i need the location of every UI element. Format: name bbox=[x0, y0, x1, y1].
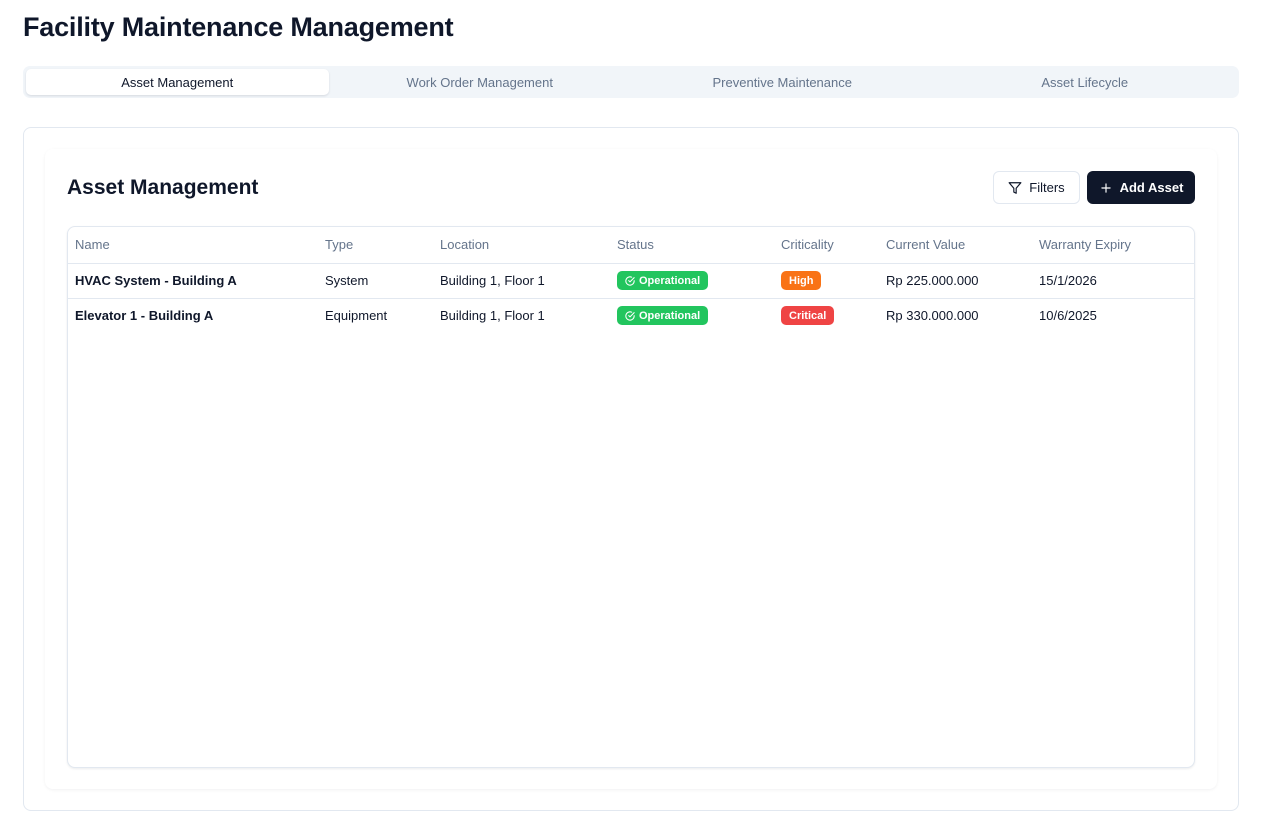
status-badge: Operational bbox=[617, 271, 709, 290]
table-header-row: Name Type Location Status Criticality Cu… bbox=[68, 227, 1194, 264]
filters-button[interactable]: Filters bbox=[993, 171, 1080, 204]
tab-asset-management[interactable]: Asset Management bbox=[26, 69, 329, 95]
add-asset-button[interactable]: Add Asset bbox=[1087, 171, 1195, 204]
asset-status-cell: Operational bbox=[610, 298, 774, 333]
check-circle-icon bbox=[625, 311, 635, 321]
asset-table: Name Type Location Status Criticality Cu… bbox=[68, 227, 1194, 333]
column-header-type[interactable]: Type bbox=[318, 227, 433, 264]
column-header-name[interactable]: Name bbox=[68, 227, 318, 264]
add-asset-label: Add Asset bbox=[1119, 180, 1184, 195]
column-header-warranty-expiry[interactable]: Warranty Expiry bbox=[1032, 227, 1194, 264]
criticality-badge: High bbox=[781, 271, 822, 290]
tab-asset-lifecycle[interactable]: Asset Lifecycle bbox=[934, 69, 1237, 95]
asset-name: HVAC System - Building A bbox=[68, 263, 318, 299]
criticality-badge: Critical bbox=[781, 306, 835, 326]
asset-type: Equipment bbox=[325, 308, 388, 324]
asset-criticality-cell: Critical bbox=[774, 298, 879, 333]
table-row[interactable]: Elevator 1 - Building A Equipment Buildi… bbox=[68, 298, 1194, 333]
filters-label: Filters bbox=[1029, 180, 1065, 195]
check-circle-icon bbox=[625, 275, 635, 286]
asset-location: Building 1, Floor 1 bbox=[440, 308, 545, 324]
page-title: Facility Maintenance Management bbox=[23, 12, 454, 42]
asset-current-value: Rp 330.000.000 bbox=[886, 308, 979, 324]
status-badge: Operational bbox=[617, 306, 709, 326]
asset-current-value: Rp 225.000.000 bbox=[879, 263, 1032, 299]
column-header-location[interactable]: Location bbox=[433, 227, 610, 264]
asset-type: System bbox=[318, 263, 433, 299]
asset-management-card: Asset Management Filters Add Asset Name … bbox=[45, 149, 1217, 789]
tab-list: Asset Management Work Order Management P… bbox=[23, 66, 1239, 98]
plus-icon bbox=[1100, 182, 1111, 193]
column-header-criticality[interactable]: Criticality bbox=[774, 227, 879, 264]
tab-preventive-maintenance[interactable]: Preventive Maintenance bbox=[631, 69, 934, 95]
status-label: Operational bbox=[639, 274, 701, 287]
table-row[interactable]: HVAC System - Building A System Building… bbox=[68, 263, 1194, 299]
section-title: Asset Management bbox=[67, 176, 259, 199]
asset-name: Elevator 1 - Building A bbox=[75, 308, 214, 324]
column-header-status[interactable]: Status bbox=[610, 227, 774, 264]
filter-funnel-icon bbox=[1008, 181, 1022, 194]
tab-panel: Asset Management Filters Add Asset Name … bbox=[23, 127, 1239, 811]
asset-table-container: Name Type Location Status Criticality Cu… bbox=[67, 226, 1195, 768]
asset-location: Building 1, Floor 1 bbox=[433, 263, 610, 299]
tab-work-order-management[interactable]: Work Order Management bbox=[329, 69, 632, 95]
column-header-current-value[interactable]: Current Value bbox=[879, 227, 1032, 264]
asset-warranty-expiry: 15/1/2026 bbox=[1032, 263, 1194, 299]
asset-warranty-expiry: 10/6/2025 bbox=[1039, 308, 1097, 324]
asset-status-cell: Operational bbox=[610, 263, 774, 299]
status-label: Operational bbox=[639, 309, 701, 322]
asset-criticality-cell: High bbox=[774, 263, 879, 299]
